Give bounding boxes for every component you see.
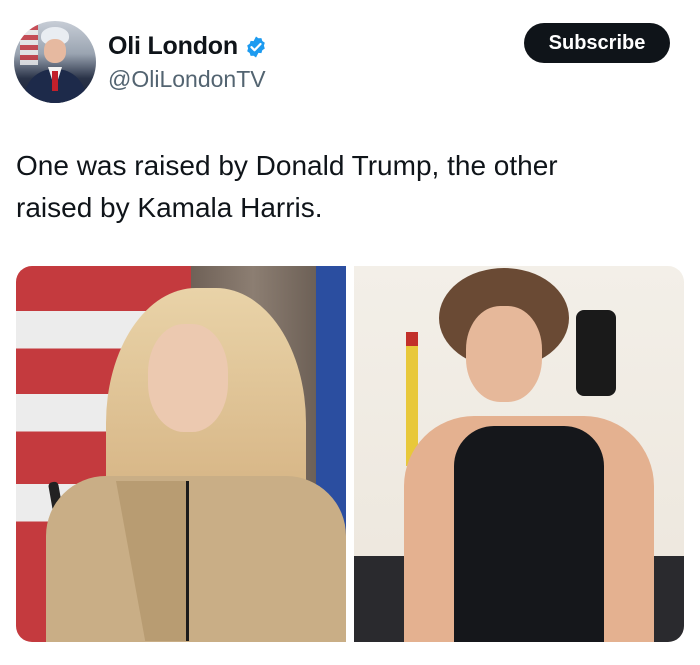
- avatar-flag-detail: [20, 25, 38, 65]
- photo-face: [148, 324, 228, 432]
- tweet-text: One was raised by Donald Trump, the othe…: [16, 145, 676, 229]
- author-name[interactable]: Oli London: [108, 32, 238, 61]
- photo-face: [466, 306, 542, 402]
- verified-badge-icon: [247, 36, 265, 57]
- photo-black-tank-top: [454, 426, 604, 642]
- author-avatar[interactable]: [14, 21, 96, 103]
- author-name-row[interactable]: Oli London: [108, 32, 268, 61]
- author-handle[interactable]: @OliLondonTV: [108, 66, 266, 93]
- avatar-face: [44, 39, 66, 63]
- photo-beige-coat: [46, 476, 346, 642]
- photo-phone-icon: [576, 310, 616, 396]
- subscribe-button[interactable]: Subscribe: [524, 23, 670, 63]
- avatar-tie: [52, 71, 58, 91]
- tweet-text-line: raised by Kamala Harris.: [16, 192, 323, 223]
- media-photo-right[interactable]: [354, 266, 684, 642]
- media-photo-left[interactable]: [16, 266, 346, 642]
- tweet-text-line: One was raised by Donald Trump, the othe…: [16, 150, 558, 181]
